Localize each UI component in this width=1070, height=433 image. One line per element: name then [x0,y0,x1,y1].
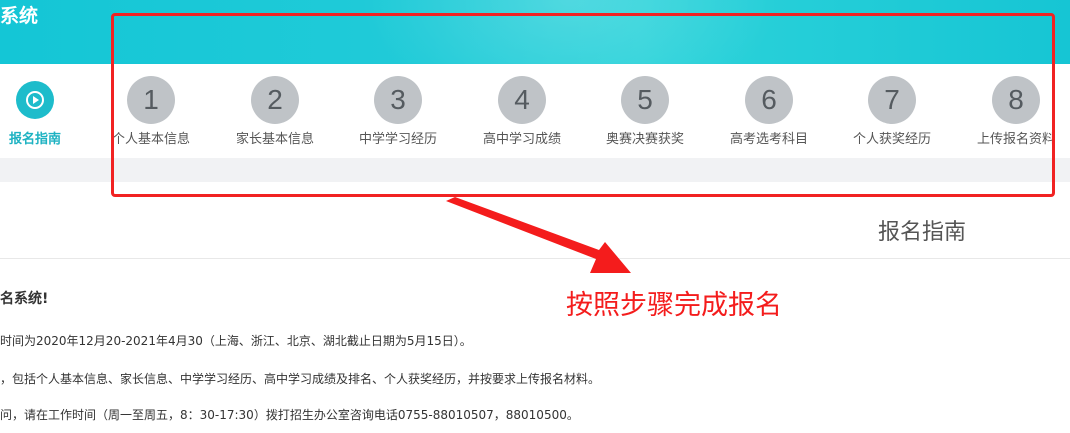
annotation-arrow-icon [446,197,631,273]
annotation-text: 按照步骤完成报名 [566,290,782,321]
